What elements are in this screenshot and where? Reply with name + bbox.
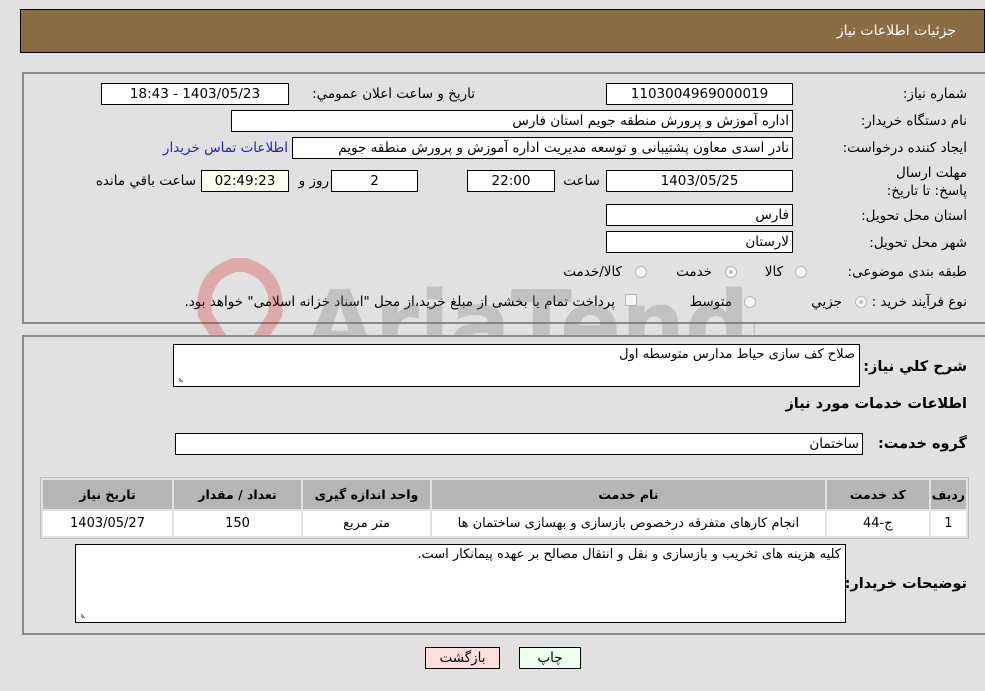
page-title: جزئیات اطلاعات نیاز — [836, 23, 956, 39]
cell-service-code: ج-44 — [826, 511, 929, 536]
announce-datetime-field[interactable]: 1403/05/23 - 18:43 — [101, 83, 289, 105]
category-option-service: خدمت — [676, 264, 712, 280]
cell-row: 1 — [930, 511, 966, 536]
requester-label: ایجاد کننده درخواست: — [842, 140, 967, 156]
city-label: شهر محل تحویل: — [869, 235, 967, 251]
deadline-label: مهلت ارسال پاسخ: تا تاریخ: — [886, 165, 967, 199]
resize-grip-icon[interactable] — [177, 374, 187, 384]
buyer-contact-link[interactable]: اطلاعات تماس خریدار — [163, 140, 288, 156]
buyer-notes-text: کلیه هزینه های تخریب و بازسازی و نقل و ا… — [417, 547, 841, 562]
cell-quantity: 150 — [174, 511, 301, 536]
purchase-option-minor: جزيي — [811, 294, 842, 310]
col-service-name: نام خدمت — [432, 480, 825, 509]
remaining-days-field[interactable]: 2 — [331, 170, 418, 192]
buyer-notes-textarea[interactable]: کلیه هزینه های تخریب و بازسازی و نقل و ا… — [75, 544, 846, 623]
purchase-radio-medium[interactable] — [744, 296, 756, 308]
category-radio-goods[interactable] — [795, 266, 807, 278]
col-service-code: کد خدمت — [826, 480, 929, 509]
need-number-field[interactable]: 1103004969000019 — [606, 83, 793, 105]
col-quantity: تعداد / مقدار — [174, 480, 301, 509]
purchase-radio-minor[interactable] — [855, 296, 867, 308]
col-need-date: تاریخ نیاز — [43, 480, 172, 509]
requester-field[interactable]: نادر اسدی معاون پشتیبانی و توسعه مدیریت … — [292, 137, 793, 159]
province-label: استان محل تحویل: — [861, 208, 967, 224]
remaining-time-field[interactable]: 02:49:23 — [201, 170, 289, 192]
description-label: شرح كلي نياز: — [863, 359, 967, 375]
buyer-org-label: نام دستگاه خریدار: — [860, 113, 967, 129]
need-number-label: شماره نیاز: — [902, 86, 967, 102]
services-section-title: اطلاعات خدمات مورد نياز — [785, 396, 967, 412]
table-row: 1 ج-44 انجام کارهای متفرقه درخصوص بازساز… — [43, 511, 966, 536]
items-table: ردیف کد خدمت نام خدمت واحد اندازه گیری ت… — [40, 477, 969, 539]
remaining-time-label: ساعت باقي مانده — [95, 173, 196, 189]
col-unit: واحد اندازه گیری — [303, 480, 430, 509]
city-field[interactable]: لارستان — [606, 231, 793, 253]
description-text: صلاح کف سازی حیاط مدارس متوسطه اول — [619, 347, 855, 362]
table-header-row: ردیف کد خدمت نام خدمت واحد اندازه گیری ت… — [43, 480, 966, 509]
buyer-notes-label: توضیحات خریدار: — [844, 576, 967, 592]
back-button[interactable]: بازگشت — [425, 647, 500, 669]
category-option-goods: کالا — [764, 264, 783, 280]
category-radio-service[interactable] — [725, 266, 737, 278]
treasury-checkbox[interactable] — [625, 294, 637, 306]
cell-unit: متر مربع — [303, 511, 430, 536]
purchase-option-medium: متوسط — [689, 294, 732, 310]
days-label: روز و — [298, 173, 329, 189]
category-option-goods-service: کالا/خدمت — [563, 264, 622, 280]
category-radio-goods-service[interactable] — [635, 266, 647, 278]
items-table-wrap: ردیف کد خدمت نام خدمت واحد اندازه گیری ت… — [40, 477, 969, 539]
description-textarea[interactable]: صلاح کف سازی حیاط مدارس متوسطه اول — [173, 344, 860, 387]
cell-need-date: 1403/05/27 — [43, 511, 172, 536]
announce-datetime-label: تاریخ و ساعت اعلان عمومي: — [312, 86, 475, 102]
cell-service-name: انجام کارهای متفرقه درخصوص بازسازی و بهس… — [432, 511, 825, 536]
treasury-note: پرداخت تمام یا بخشی از مبلغ خرید،از محل … — [184, 294, 615, 310]
province-field[interactable]: فارس — [606, 204, 793, 226]
service-group-field[interactable]: ساختمان — [175, 433, 863, 455]
deadline-time-field[interactable]: 22:00 — [467, 170, 555, 192]
deadline-time-label: ساعت — [563, 173, 600, 189]
buyer-org-field[interactable]: اداره آموزش و پرورش منطقه جویم استان فار… — [231, 110, 793, 132]
service-group-label: گروه خدمت: — [877, 436, 967, 452]
page-header: جزئیات اطلاعات نیاز — [20, 9, 985, 53]
resize-grip-icon[interactable] — [79, 610, 89, 620]
purchase-type-label: نوع فرآیند خرید : — [871, 294, 967, 310]
col-row: ردیف — [930, 480, 966, 509]
deadline-date-field[interactable]: 1403/05/25 — [606, 170, 793, 192]
print-button[interactable]: چاپ — [519, 647, 581, 669]
category-label: طبقه بندی موضوعی: — [847, 264, 967, 280]
